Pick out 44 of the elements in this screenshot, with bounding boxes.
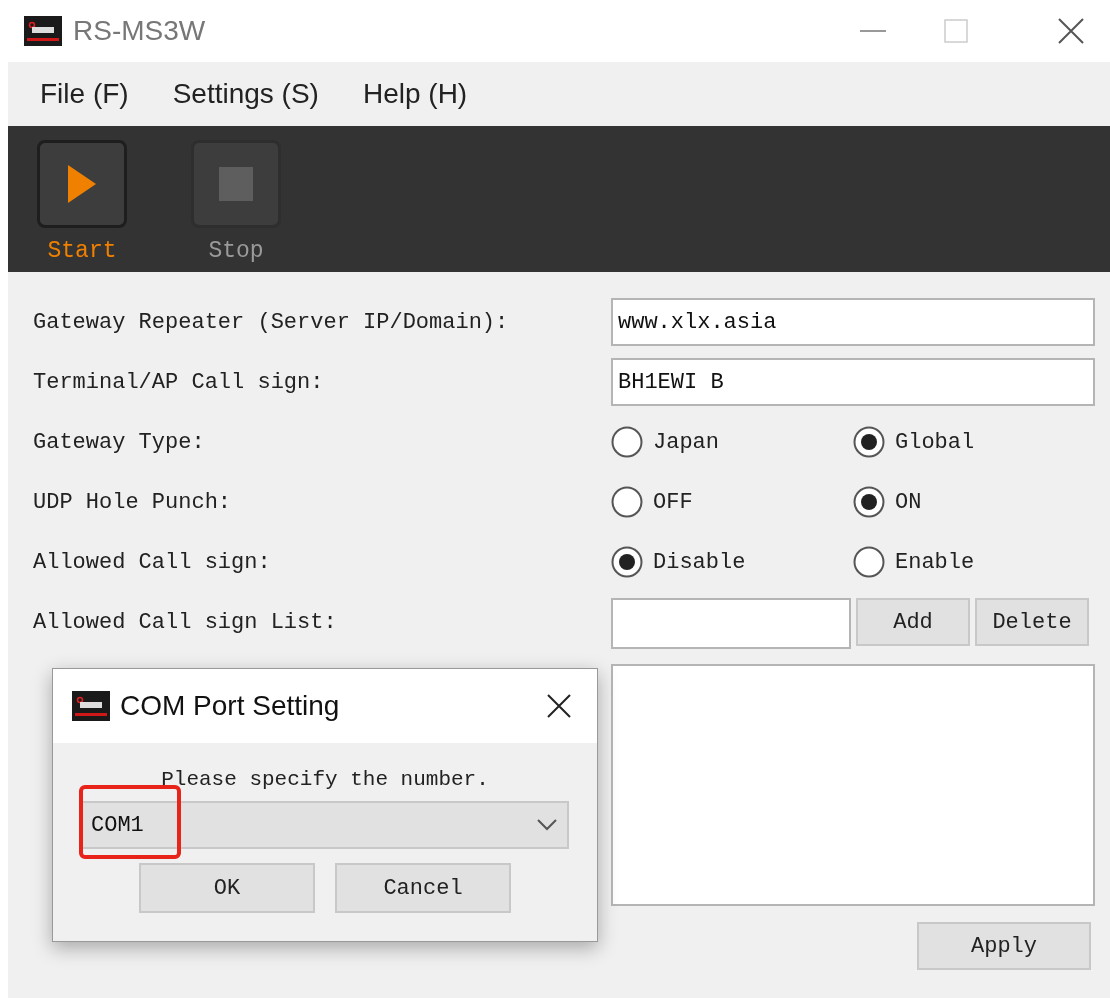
close-icon[interactable] bbox=[1058, 18, 1084, 44]
text-field[interactable]: BH1EWI B bbox=[611, 358, 1095, 406]
menu-item[interactable]: Settings (S) bbox=[172, 73, 319, 115]
apply-button[interactable]: Apply bbox=[917, 922, 1091, 970]
field-label: Gateway Repeater (Server IP/Domain): bbox=[33, 308, 509, 337]
field-label: UDP Hole Punch: bbox=[33, 488, 232, 517]
window-title: RS-MS3W bbox=[73, 14, 206, 48]
radio-button[interactable] bbox=[611, 486, 643, 518]
radio-label: Enable bbox=[895, 548, 975, 577]
radio-label: ON bbox=[895, 488, 922, 517]
text-field[interactable]: www.xlx.asia bbox=[611, 298, 1095, 346]
app-logo-icon bbox=[24, 16, 62, 46]
play-icon bbox=[68, 165, 96, 203]
radio-button[interactable] bbox=[853, 546, 885, 578]
radio-label: Global bbox=[895, 428, 975, 457]
radio-label: OFF bbox=[653, 488, 693, 517]
dialog-button[interactable]: Cancel bbox=[335, 863, 511, 913]
field-label: Allowed Call sign: bbox=[33, 548, 271, 577]
radio-button[interactable] bbox=[853, 486, 885, 518]
toolbar-label: Start bbox=[47, 237, 117, 266]
close-icon[interactable] bbox=[547, 694, 571, 718]
dialog-button[interactable]: OK bbox=[139, 863, 315, 913]
dropdown-value: COM1 bbox=[91, 811, 144, 840]
radio-button[interactable] bbox=[611, 546, 643, 578]
menu-item[interactable]: File (F) bbox=[40, 73, 129, 115]
action-button[interactable]: Add bbox=[856, 598, 970, 646]
menu-item[interactable]: Help (H) bbox=[362, 73, 468, 115]
dialog-prompt: Please specify the number. bbox=[161, 767, 489, 793]
text-field[interactable] bbox=[611, 598, 851, 649]
field-label: Gateway Type: bbox=[33, 428, 205, 457]
action-button[interactable]: Delete bbox=[975, 598, 1089, 646]
stop-icon bbox=[219, 167, 253, 201]
toolbar-label: Stop bbox=[208, 237, 264, 266]
dialog-title: COM Port Setting bbox=[120, 689, 340, 723]
chevron-down-icon bbox=[537, 819, 557, 831]
port-dropdown[interactable]: COM1 bbox=[81, 801, 569, 849]
toolbar-button[interactable] bbox=[37, 140, 127, 228]
radio-label: Japan bbox=[653, 428, 719, 457]
field-label: Terminal/AP Call sign: bbox=[33, 368, 324, 397]
dialog-logo-icon bbox=[72, 691, 110, 721]
radio-button[interactable] bbox=[611, 426, 643, 458]
field-label: Allowed Call sign List: bbox=[33, 608, 337, 637]
radio-button[interactable] bbox=[853, 426, 885, 458]
radio-label: Disable bbox=[653, 548, 746, 577]
